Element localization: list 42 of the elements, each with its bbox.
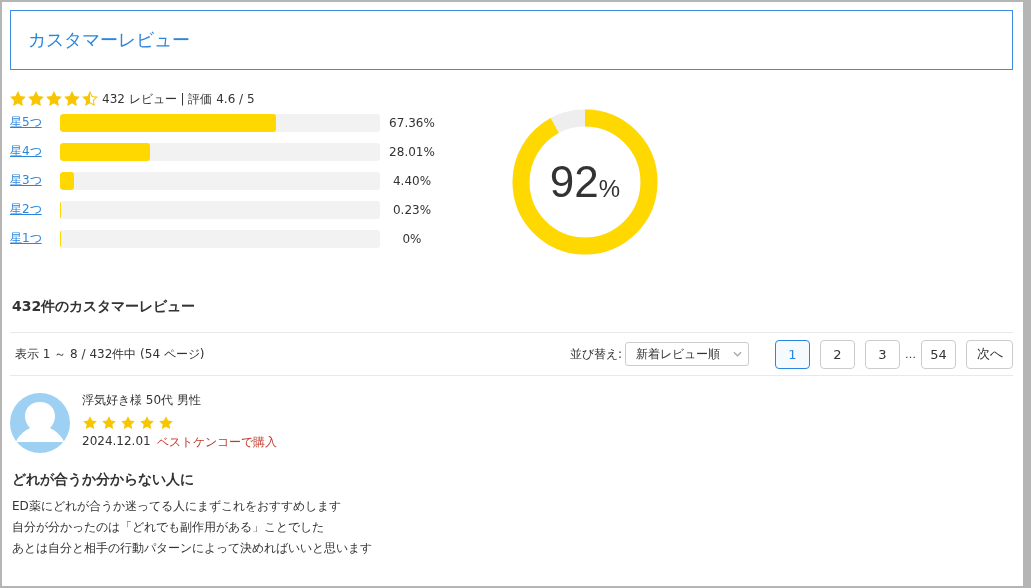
result-range: 表示 1 ～ 8 / 432件中 (54 ページ) — [14, 345, 205, 363]
sort-dropdown[interactable]: 新着レビュー順 — [625, 342, 749, 366]
avatar-icon — [10, 393, 70, 453]
star-icon — [139, 415, 155, 431]
page-button[interactable]: 3 — [865, 339, 900, 369]
percentage: 4.40% — [391, 173, 433, 188]
star-icon — [46, 91, 62, 107]
percentage: 28.01% — [388, 144, 436, 159]
sort-label: 並び替え: — [569, 345, 622, 363]
percentage: 0.23% — [391, 202, 433, 217]
review-title: どれが合うか分からない人に — [12, 471, 195, 489]
star-filter-link[interactable]: 星2つ — [10, 201, 60, 218]
star-filter-link[interactable]: 星4つ — [10, 143, 60, 160]
review-text: 自分が分かったのは「どれでも副作用がある」ことでした — [11, 519, 325, 536]
purchase-source: ベストケンコーで購入 — [156, 434, 277, 451]
star-icon — [158, 415, 174, 431]
star-icon — [28, 91, 44, 107]
reviews-heading: 432件のカスタマーレビュー — [10, 298, 1013, 333]
percentage: 67.36% — [388, 115, 436, 130]
review-date: 2024.12.01 — [82, 434, 151, 450]
page-button[interactable]: 2 — [820, 339, 855, 369]
page-button[interactable]: 54 — [921, 339, 956, 369]
reviewer-name: 浮気好き様 50代 男性 — [82, 392, 202, 409]
next-button[interactable]: 次へ — [966, 339, 1013, 369]
star-filter-link[interactable]: 星5つ — [10, 114, 60, 131]
star-icon — [10, 91, 26, 107]
star-icon — [82, 415, 98, 431]
ellipsis: … — [905, 347, 916, 361]
review-text: ED薬にどれが合うか迷ってる人にまずこれをおすすめします — [11, 498, 342, 515]
rating-summary: 432 レビュー | 評価 4.6 / 5 — [102, 90, 255, 108]
star-filter-link[interactable]: 星1つ — [10, 230, 60, 247]
review-text: あとは自分と相手の行動パターンによって決めればいいと思います — [11, 540, 373, 557]
section-title: カスタマーレビュー — [28, 28, 190, 52]
star-icon — [101, 415, 117, 431]
percentage: 0% — [401, 231, 423, 246]
star-filter-link[interactable]: 星3つ — [10, 172, 60, 189]
gauge-value: 92% — [548, 157, 622, 207]
star-icon — [64, 91, 80, 107]
star-icon — [120, 415, 136, 431]
star-icon — [82, 91, 98, 107]
chevron-down-icon — [733, 351, 742, 357]
page-button[interactable]: 1 — [775, 339, 810, 369]
